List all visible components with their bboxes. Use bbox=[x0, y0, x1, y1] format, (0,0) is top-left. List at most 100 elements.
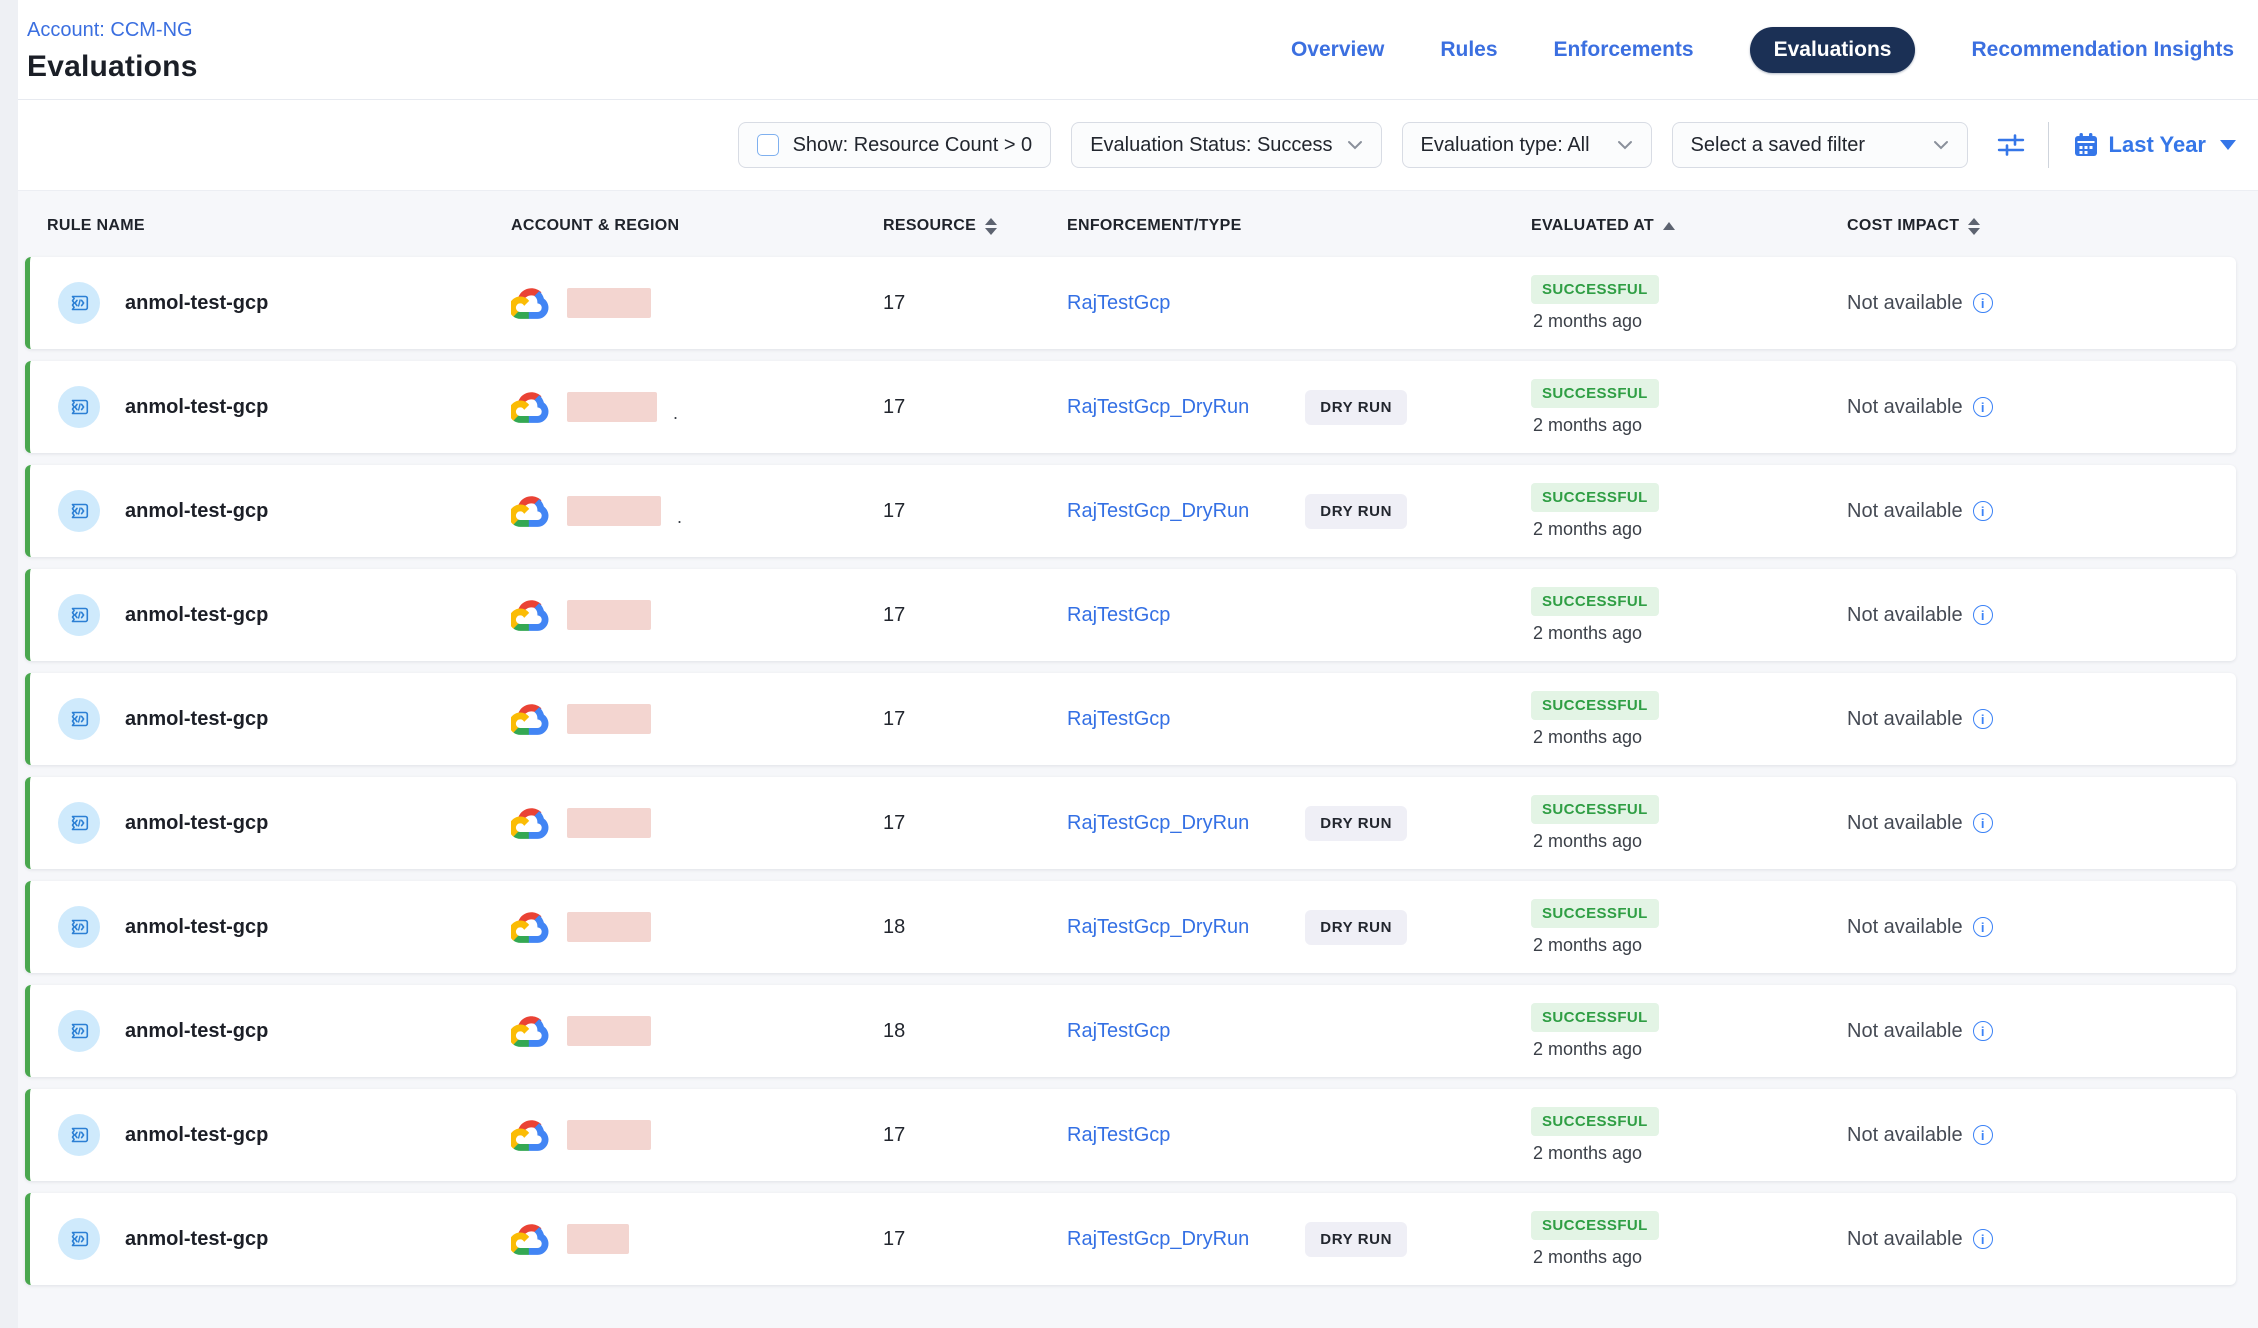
rule-cell: anmol-test-gcp bbox=[30, 1218, 511, 1260]
info-icon[interactable]: i bbox=[1973, 293, 1993, 313]
enforcement-link[interactable]: RajTestGcp bbox=[1067, 1124, 1170, 1147]
rule-cell: anmol-test-gcp bbox=[30, 1114, 511, 1156]
rule-name: anmol-test-gcp bbox=[125, 1228, 268, 1251]
saved-filter-dropdown[interactable]: Select a saved filter bbox=[1672, 122, 1968, 168]
tab-evaluations[interactable]: Evaluations bbox=[1750, 27, 1916, 73]
column-header-rule-name[interactable]: RULE NAME bbox=[30, 217, 511, 235]
breadcrumb-account-link[interactable]: Account: CCM-NG bbox=[27, 19, 198, 42]
column-header-resource[interactable]: RESOURCE bbox=[883, 217, 1067, 235]
info-icon[interactable]: i bbox=[1973, 709, 1993, 729]
evaluated-at-cell: SUCCESSFUL 2 months ago bbox=[1531, 691, 1847, 748]
enforcement-link[interactable]: RajTestGcp bbox=[1067, 292, 1170, 315]
cost-impact-value: Not available bbox=[1847, 916, 1963, 939]
page-header: Account: CCM-NG Evaluations Overview Rul… bbox=[18, 0, 2258, 100]
redacted-text-remnant: . bbox=[673, 403, 678, 424]
info-icon[interactable]: i bbox=[1973, 813, 1993, 833]
table-row[interactable]: anmol-test-gcp 17 RajTestGcp SUCCESSFUL … bbox=[25, 569, 2236, 661]
evaluation-type-dropdown[interactable]: Evaluation type: All bbox=[1402, 122, 1652, 168]
table-row[interactable]: anmol-test-gcp 17 RajTestGcp SUCCESSFUL … bbox=[25, 257, 2236, 349]
dry-run-badge: DRY RUN bbox=[1305, 390, 1407, 425]
tab-overview[interactable]: Overview bbox=[1291, 38, 1384, 62]
resource-count-checkbox[interactable] bbox=[757, 134, 779, 156]
cost-impact-cell: Not available i bbox=[1847, 1124, 2236, 1147]
enforcement-link[interactable]: RajTestGcp_DryRun bbox=[1067, 916, 1249, 939]
enforcement-link[interactable]: RajTestGcp_DryRun bbox=[1067, 1228, 1249, 1251]
account-region-cell bbox=[511, 287, 883, 320]
evaluated-at-cell: SUCCESSFUL 2 months ago bbox=[1531, 587, 1847, 644]
info-icon[interactable]: i bbox=[1973, 397, 1993, 417]
top-nav-tabs: Overview Rules Enforcements Evaluations … bbox=[1291, 27, 2238, 73]
tab-enforcements[interactable]: Enforcements bbox=[1554, 38, 1694, 62]
sort-icon[interactable] bbox=[1968, 218, 1980, 235]
status-badge: SUCCESSFUL bbox=[1531, 587, 1659, 616]
table-row[interactable]: anmol-test-gcp . 17 RajTestGcp_DryRun DR… bbox=[25, 361, 2236, 453]
enforcement-link[interactable]: RajTestGcp_DryRun bbox=[1067, 500, 1249, 523]
column-header-cost-impact[interactable]: COST IMPACT bbox=[1847, 217, 2258, 235]
enforcement-link[interactable]: RajTestGcp bbox=[1067, 1020, 1170, 1043]
dry-run-badge: DRY RUN bbox=[1305, 1222, 1407, 1257]
rule-icon bbox=[58, 1218, 100, 1260]
redacted-account-region bbox=[567, 1016, 651, 1046]
table-row[interactable]: anmol-test-gcp 17 RajTestGcp SUCCESSFUL … bbox=[25, 1089, 2236, 1181]
cost-impact-value: Not available bbox=[1847, 812, 1963, 835]
resource-count-label: Show: Resource Count > 0 bbox=[793, 134, 1033, 157]
rule-cell: anmol-test-gcp bbox=[30, 594, 511, 636]
account-region-cell bbox=[511, 703, 883, 736]
gcp-cloud-icon bbox=[511, 807, 551, 840]
resource-count-filter-toggle[interactable]: Show: Resource Count > 0 bbox=[738, 122, 1052, 168]
evaluated-time: 2 months ago bbox=[1531, 1039, 1642, 1060]
info-icon[interactable]: i bbox=[1973, 1021, 1993, 1041]
status-badge: SUCCESSFUL bbox=[1531, 483, 1659, 512]
enforcement-cell: RajTestGcp_DryRun DRY RUN bbox=[1067, 494, 1531, 529]
tab-rules[interactable]: Rules bbox=[1440, 38, 1497, 62]
date-range-value: Last Year bbox=[2109, 132, 2206, 158]
column-header-evaluated-at[interactable]: EVALUATED AT bbox=[1531, 217, 1847, 235]
evaluated-time: 2 months ago bbox=[1531, 727, 1642, 748]
rule-name: anmol-test-gcp bbox=[125, 292, 268, 315]
info-icon[interactable]: i bbox=[1973, 917, 1993, 937]
table-row[interactable]: anmol-test-gcp 17 RajTestGcp_DryRun DRY … bbox=[25, 1193, 2236, 1285]
status-badge: SUCCESSFUL bbox=[1531, 1211, 1659, 1240]
table-row[interactable]: anmol-test-gcp . 17 RajTestGcp_DryRun DR… bbox=[25, 465, 2236, 557]
rule-icon bbox=[58, 1114, 100, 1156]
filter-options-button[interactable] bbox=[1994, 128, 2028, 162]
tab-recommendation-insights[interactable]: Recommendation Insights bbox=[1971, 38, 2234, 62]
evaluation-status-dropdown[interactable]: Evaluation Status: Success bbox=[1071, 122, 1381, 168]
evaluated-time: 2 months ago bbox=[1531, 1143, 1642, 1164]
column-header-enforcement-type[interactable]: ENFORCEMENT/TYPE bbox=[1067, 217, 1531, 235]
cost-impact-value: Not available bbox=[1847, 1020, 1963, 1043]
enforcement-link[interactable]: RajTestGcp bbox=[1067, 708, 1170, 731]
cost-impact-value: Not available bbox=[1847, 500, 1963, 523]
rule-name: anmol-test-gcp bbox=[125, 500, 268, 523]
account-region-cell bbox=[511, 599, 883, 632]
info-icon[interactable]: i bbox=[1973, 501, 1993, 521]
info-icon[interactable]: i bbox=[1973, 1125, 1993, 1145]
resource-count: 17 bbox=[883, 1124, 1067, 1147]
table-row[interactable]: anmol-test-gcp 18 RajTestGcp SUCCESSFUL … bbox=[25, 985, 2236, 1077]
table-row[interactable]: anmol-test-gcp 17 RajTestGcp_DryRun DRY … bbox=[25, 777, 2236, 869]
enforcement-link[interactable]: RajTestGcp bbox=[1067, 604, 1170, 627]
column-header-account-region[interactable]: ACCOUNT & REGION bbox=[511, 217, 883, 235]
table-row[interactable]: anmol-test-gcp 17 RajTestGcp SUCCESSFUL … bbox=[25, 673, 2236, 765]
rule-icon bbox=[58, 906, 100, 948]
rule-icon bbox=[58, 386, 100, 428]
saved-filter-value: Select a saved filter bbox=[1691, 134, 1866, 157]
redacted-account-region bbox=[567, 496, 661, 526]
enforcement-link[interactable]: RajTestGcp_DryRun bbox=[1067, 396, 1249, 419]
date-range-picker[interactable]: Last Year bbox=[2073, 132, 2236, 158]
enforcement-link[interactable]: RajTestGcp_DryRun bbox=[1067, 812, 1249, 835]
redacted-account-region bbox=[567, 1224, 629, 1254]
table-row[interactable]: anmol-test-gcp 18 RajTestGcp_DryRun DRY … bbox=[25, 881, 2236, 973]
evaluations-table: RULE NAME ACCOUNT & REGION RESOURCE ENFO… bbox=[18, 190, 2258, 1328]
gcp-cloud-icon bbox=[511, 911, 551, 944]
enforcement-cell: RajTestGcp_DryRun DRY RUN bbox=[1067, 390, 1531, 425]
cost-impact-value: Not available bbox=[1847, 1228, 1963, 1251]
info-icon[interactable]: i bbox=[1973, 1229, 1993, 1249]
sort-ascending-icon[interactable] bbox=[1663, 222, 1675, 230]
gcp-cloud-icon bbox=[511, 391, 551, 424]
rule-name: anmol-test-gcp bbox=[125, 396, 268, 419]
page-title: Evaluations bbox=[27, 50, 198, 84]
evaluation-status-value: Evaluation Status: Success bbox=[1090, 134, 1332, 157]
info-icon[interactable]: i bbox=[1973, 605, 1993, 625]
sort-icon[interactable] bbox=[985, 218, 997, 235]
